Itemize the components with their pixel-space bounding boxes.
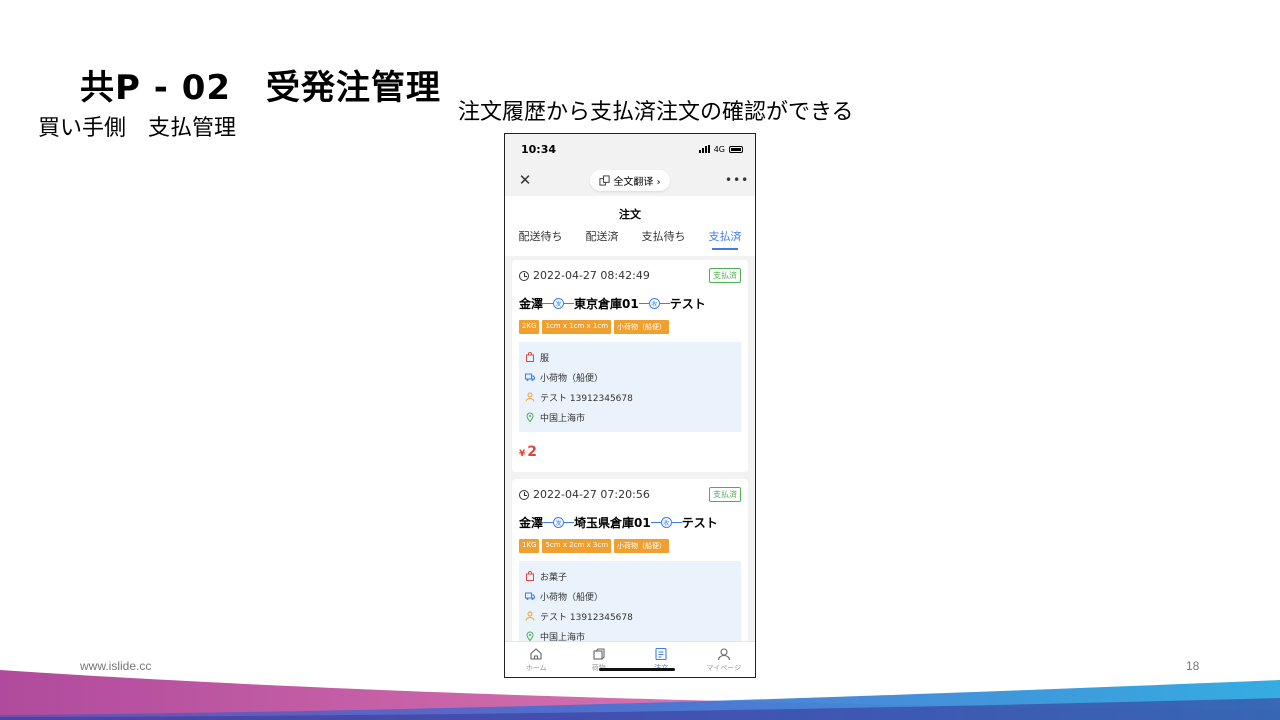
route-receive-marker: 收 [648,298,660,309]
order-list: 2022-04-27 08:42:49 支払済 金澤 发 東京倉庫01 收 テス… [505,256,755,659]
package-icon [593,648,605,660]
location-pin-icon [526,631,534,641]
item-name: 服 [540,353,550,364]
translate-icon [599,174,610,186]
route-send-marker: 发 [553,298,565,309]
order-card[interactable]: 2022-04-27 08:42:49 支払済 金澤 发 東京倉庫01 收 テス… [512,260,748,472]
home-icon [530,648,542,660]
weight-tag: 2KG [519,320,540,334]
route-line [564,522,575,523]
nav-bar: ✕ 全文翻译 › ••• [505,164,755,196]
detail-item: お菓子 [525,566,735,586]
translate-label: 全文翻译 › [613,176,661,188]
route-destination: テスト [669,297,706,311]
tab-paid[interactable]: 支払済 [709,228,742,250]
network-label: 4G [713,144,725,154]
detail-contact: テスト 13912345678 [525,606,735,626]
clock-icon [519,270,529,281]
shipping-method: 小荷物（船便） [540,373,604,384]
route-destination: テスト [681,516,718,530]
battery-icon [729,145,743,153]
size-tag: 1cm x 1cm x 1cm [542,320,612,334]
user-icon [717,648,730,661]
route-receive-marker: 收 [660,517,672,528]
phone-screenshot: 10:34 4G ✕ 全文翻译 › ••• 注文 配送待ち 配送済 支払待ち 支… [504,133,756,678]
order-route: 金澤 发 東京倉庫01 收 テスト [519,295,741,312]
order-card[interactable]: 2022-04-27 07:20:56 支払済 金澤 发 埼玉県倉庫01 收 テ… [512,479,748,659]
tab-bar: 配送待ち 配送済 支払待ち 支払済 [505,228,755,250]
clock-icon [519,489,529,500]
route-line [671,522,682,523]
order-icon [655,647,667,661]
order-price: ¥2 [519,444,741,464]
truck-icon [525,592,535,600]
page-heading: 注文 [619,208,641,221]
status-badge: 支払済 [709,487,741,502]
order-route: 金澤 发 埼玉県倉庫01 收 テスト [519,514,741,531]
route-origin: 金澤 [519,516,544,530]
route-send-marker: 发 [553,517,565,528]
status-indicators: 4G [698,144,743,154]
route-line [659,303,670,304]
bag-icon [526,571,534,581]
shipping-method: 小荷物（船便） [540,592,604,603]
detail-contact: テスト 13912345678 [525,387,735,407]
signal-icon [698,145,710,153]
price-value: 2 [527,444,538,460]
order-details: 服 小荷物（船便） テスト 13912345678 中国上海市 [519,342,741,432]
route-line [543,522,554,523]
weight-tag: 1KG [519,539,540,553]
detail-shipping: 小荷物（船便） [525,367,735,387]
detail-shipping: 小荷物（船便） [525,586,735,606]
more-icon[interactable]: ••• [725,173,748,187]
contact-info: テスト 13912345678 [540,393,633,404]
tab-shipped[interactable]: 配送済 [586,228,619,250]
bag-icon [526,352,534,362]
detail-address: 中国上海市 [525,407,735,427]
shipping-tag: 小荷物（船便） [614,539,670,553]
size-tag: 5cm x 2cm x 3cm [542,539,612,553]
slide-title: 共P - 02 受発注管理 [80,68,442,108]
translate-button[interactable]: 全文翻译 › [590,169,670,191]
route-line [543,303,554,304]
route-line [564,303,575,304]
order-tags: 1KG 5cm x 2cm x 3cm 小荷物（船便） [519,539,741,553]
person-icon [525,392,535,402]
truck-icon [525,373,535,381]
status-bar: 10:34 4G [505,134,755,164]
route-origin: 金澤 [519,297,544,311]
slide-caption: 注文履歴から支払済注文の確認ができる [458,100,854,125]
order-tags: 2KG 1cm x 1cm x 1cm 小荷物（船便） [519,320,741,334]
order-datetime: 2022-04-27 07:20:56 [519,488,650,501]
tab-awaiting-shipment[interactable]: 配送待ち [519,228,563,250]
status-time: 10:34 [521,142,557,156]
slide-subtitle: 買い手側 支払管理 [38,116,237,141]
route-line [638,303,649,304]
detail-item: 服 [525,347,735,367]
order-datetime-text: 2022-04-27 07:20:56 [533,488,650,501]
page-header: 注文 配送待ち 配送済 支払待ち 支払済 [505,196,755,256]
status-badge: 支払済 [709,268,741,283]
close-icon[interactable]: ✕ [515,171,535,189]
currency-symbol: ¥ [519,449,526,459]
order-datetime-text: 2022-04-27 08:42:49 [533,269,650,282]
order-datetime: 2022-04-27 08:42:49 [519,269,650,282]
address: 中国上海市 [540,413,586,424]
tab-awaiting-payment[interactable]: 支払待ち [642,228,686,250]
route-warehouse: 東京倉庫01 [574,297,639,311]
contact-info: テスト 13912345678 [540,612,633,623]
footer-wave-decoration [0,670,1280,720]
item-name: お菓子 [540,572,568,583]
route-line [650,522,661,523]
person-icon [525,611,535,621]
route-warehouse: 埼玉県倉庫01 [574,516,651,530]
shipping-tag: 小荷物（船便） [614,320,670,334]
order-details: お菓子 小荷物（船便） テスト 13912345678 中国上海市 [519,561,741,651]
location-pin-icon [526,412,534,422]
